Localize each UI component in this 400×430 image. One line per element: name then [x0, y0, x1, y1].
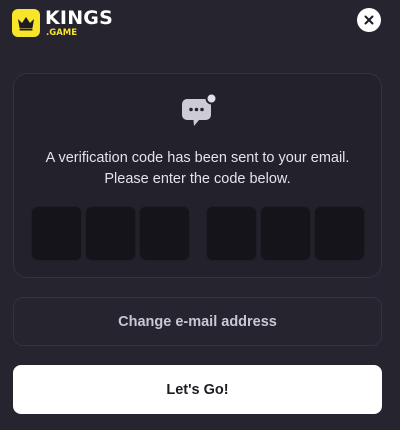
- header: KINGS .GAME: [0, 0, 400, 48]
- logo-main-text: KINGS: [45, 6, 113, 29]
- message-line-1: A verification code has been sent to you…: [45, 150, 350, 166]
- change-email-button[interactable]: Change e-mail address: [13, 297, 382, 346]
- code-digit-4[interactable]: [206, 206, 257, 261]
- verification-code-inputs: [31, 206, 367, 261]
- verification-card: A verification code has been sent to you…: [13, 73, 382, 278]
- code-digit-1[interactable]: [31, 206, 82, 261]
- code-digit-6[interactable]: [314, 206, 365, 261]
- chat-bubble-notification-icon: [180, 91, 220, 131]
- close-button[interactable]: [357, 8, 381, 32]
- close-icon: [364, 13, 374, 28]
- code-digit-3[interactable]: [139, 206, 190, 261]
- crown-icon: [12, 9, 40, 37]
- code-digit-5[interactable]: [260, 206, 311, 261]
- verification-message: A verification code has been sent to you…: [14, 148, 381, 190]
- code-digit-2[interactable]: [85, 206, 136, 261]
- message-line-2: Please enter the code below.: [104, 171, 291, 187]
- logo-sub-text: .GAME: [46, 27, 78, 38]
- lets-go-button[interactable]: Let's Go!: [13, 365, 382, 414]
- logo-wordmark: KINGS .GAME: [45, 6, 113, 38]
- kings-game-logo[interactable]: KINGS .GAME: [12, 7, 113, 39]
